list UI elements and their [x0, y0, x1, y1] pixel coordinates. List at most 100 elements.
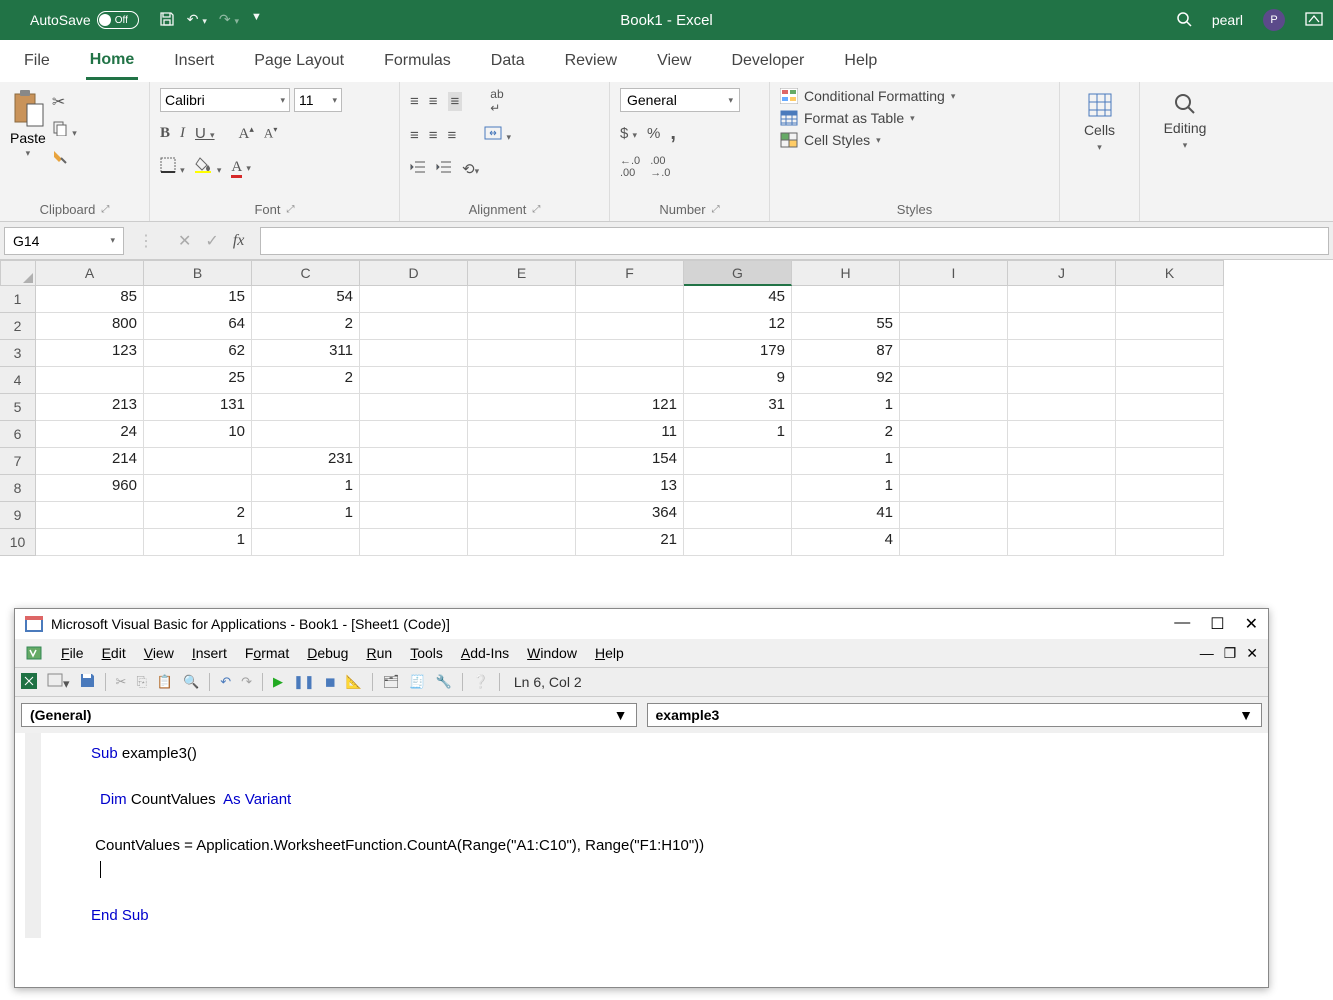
- cell[interactable]: [1116, 340, 1224, 367]
- enter-formula-icon[interactable]: ✓: [205, 231, 218, 251]
- vba-menu-file[interactable]: File: [61, 645, 84, 661]
- cell[interactable]: 1: [792, 448, 900, 475]
- cell[interactable]: 31: [684, 394, 792, 421]
- vba-menu-format[interactable]: Format: [245, 645, 289, 661]
- cell[interactable]: 10: [144, 421, 252, 448]
- column-header[interactable]: D: [360, 260, 468, 286]
- cell[interactable]: [900, 313, 1008, 340]
- cell[interactable]: [576, 340, 684, 367]
- cell[interactable]: 15: [144, 286, 252, 313]
- font-size-select[interactable]: 11▾: [294, 88, 342, 112]
- vba-properties-icon[interactable]: 🧾: [409, 674, 425, 690]
- vba-browser-icon[interactable]: 🔧: [436, 674, 452, 690]
- align-middle-icon[interactable]: ≡: [429, 93, 438, 110]
- row-header[interactable]: 3: [0, 340, 36, 367]
- tab-review[interactable]: Review: [561, 44, 621, 78]
- cell[interactable]: [1116, 448, 1224, 475]
- redo-icon[interactable]: ↷ ▾: [219, 11, 239, 30]
- user-avatar[interactable]: P: [1263, 9, 1285, 31]
- cell[interactable]: [1008, 367, 1116, 394]
- cell[interactable]: 121: [576, 394, 684, 421]
- cell[interactable]: [1008, 475, 1116, 502]
- clipboard-dialog-icon[interactable]: ⤢: [101, 204, 109, 215]
- cancel-formula-icon[interactable]: ✕: [178, 231, 191, 251]
- cell[interactable]: [1008, 421, 1116, 448]
- cell[interactable]: [468, 529, 576, 556]
- cell[interactable]: 1: [144, 529, 252, 556]
- cell[interactable]: [900, 394, 1008, 421]
- cell[interactable]: [792, 286, 900, 313]
- cell[interactable]: [468, 475, 576, 502]
- cell[interactable]: [360, 286, 468, 313]
- row-header[interactable]: 6: [0, 421, 36, 448]
- cell[interactable]: 85: [36, 286, 144, 313]
- cell[interactable]: [900, 367, 1008, 394]
- cell-styles-button[interactable]: Cell Styles ▾: [780, 132, 955, 148]
- cell[interactable]: [360, 448, 468, 475]
- vba-menu-run[interactable]: Run: [366, 645, 392, 661]
- cell[interactable]: [1008, 448, 1116, 475]
- row-header[interactable]: 1: [0, 286, 36, 313]
- cell[interactable]: [900, 475, 1008, 502]
- cell[interactable]: 21: [576, 529, 684, 556]
- vba-minimize-icon[interactable]: —: [1174, 614, 1190, 634]
- cell[interactable]: [1008, 313, 1116, 340]
- cell[interactable]: 179: [684, 340, 792, 367]
- cell[interactable]: [576, 367, 684, 394]
- cell[interactable]: 55: [792, 313, 900, 340]
- vba-design-icon[interactable]: 📐: [346, 674, 362, 690]
- underline-button[interactable]: U ▾: [195, 125, 215, 142]
- vba-close-icon[interactable]: ✕: [1245, 614, 1258, 634]
- cell[interactable]: [360, 340, 468, 367]
- cell[interactable]: [1116, 367, 1224, 394]
- cell[interactable]: [900, 529, 1008, 556]
- cell[interactable]: 214: [36, 448, 144, 475]
- fill-color-icon[interactable]: ▾: [195, 157, 222, 177]
- cell[interactable]: 45: [684, 286, 792, 313]
- cell[interactable]: [468, 367, 576, 394]
- column-header[interactable]: G: [684, 260, 792, 286]
- vba-title-bar[interactable]: Microsoft Visual Basic for Applications …: [15, 609, 1268, 639]
- vba-menu-view[interactable]: View: [144, 645, 174, 661]
- cell[interactable]: 1: [252, 502, 360, 529]
- cell[interactable]: 92: [792, 367, 900, 394]
- align-left-icon[interactable]: ≡: [410, 127, 419, 144]
- cell[interactable]: [252, 529, 360, 556]
- vba-menu-addins[interactable]: Add-Ins: [461, 645, 509, 661]
- autosave-control[interactable]: AutoSave Off: [10, 11, 139, 29]
- column-header[interactable]: I: [900, 260, 1008, 286]
- fx-icon[interactable]: fx: [233, 232, 245, 250]
- vba-copy-icon[interactable]: ⎘: [136, 674, 146, 690]
- cell[interactable]: [1116, 394, 1224, 421]
- cell[interactable]: 960: [36, 475, 144, 502]
- cell[interactable]: [36, 367, 144, 394]
- cell[interactable]: [252, 421, 360, 448]
- cell[interactable]: [1116, 475, 1224, 502]
- increase-font-icon[interactable]: A▴: [239, 124, 254, 143]
- vba-save-icon[interactable]: [80, 673, 95, 691]
- number-dialog-icon[interactable]: ⤢: [712, 204, 720, 215]
- increase-decimal-icon[interactable]: ←.0.00: [620, 155, 640, 179]
- vba-procedure-select[interactable]: example3▼: [647, 703, 1263, 727]
- vba-menu-debug[interactable]: Debug: [307, 645, 348, 661]
- row-header[interactable]: 10: [0, 529, 36, 556]
- cell[interactable]: 54: [252, 286, 360, 313]
- cell[interactable]: [468, 340, 576, 367]
- tab-help[interactable]: Help: [840, 44, 881, 78]
- cell[interactable]: 64: [144, 313, 252, 340]
- row-header[interactable]: 5: [0, 394, 36, 421]
- cell[interactable]: [360, 367, 468, 394]
- decrease-decimal-icon[interactable]: .00→.0: [650, 155, 670, 179]
- number-format-select[interactable]: General▾: [620, 88, 740, 112]
- cell[interactable]: [36, 502, 144, 529]
- cell[interactable]: [1116, 286, 1224, 313]
- tab-home[interactable]: Home: [86, 43, 138, 80]
- font-name-select[interactable]: Calibri▾: [160, 88, 290, 112]
- undo-icon[interactable]: ↶ ▾: [187, 11, 207, 30]
- tab-data[interactable]: Data: [487, 44, 529, 78]
- cell[interactable]: 800: [36, 313, 144, 340]
- cell[interactable]: 2: [252, 313, 360, 340]
- percent-icon[interactable]: %: [647, 125, 660, 142]
- cell[interactable]: 25: [144, 367, 252, 394]
- cut-icon[interactable]: ✂: [52, 92, 77, 112]
